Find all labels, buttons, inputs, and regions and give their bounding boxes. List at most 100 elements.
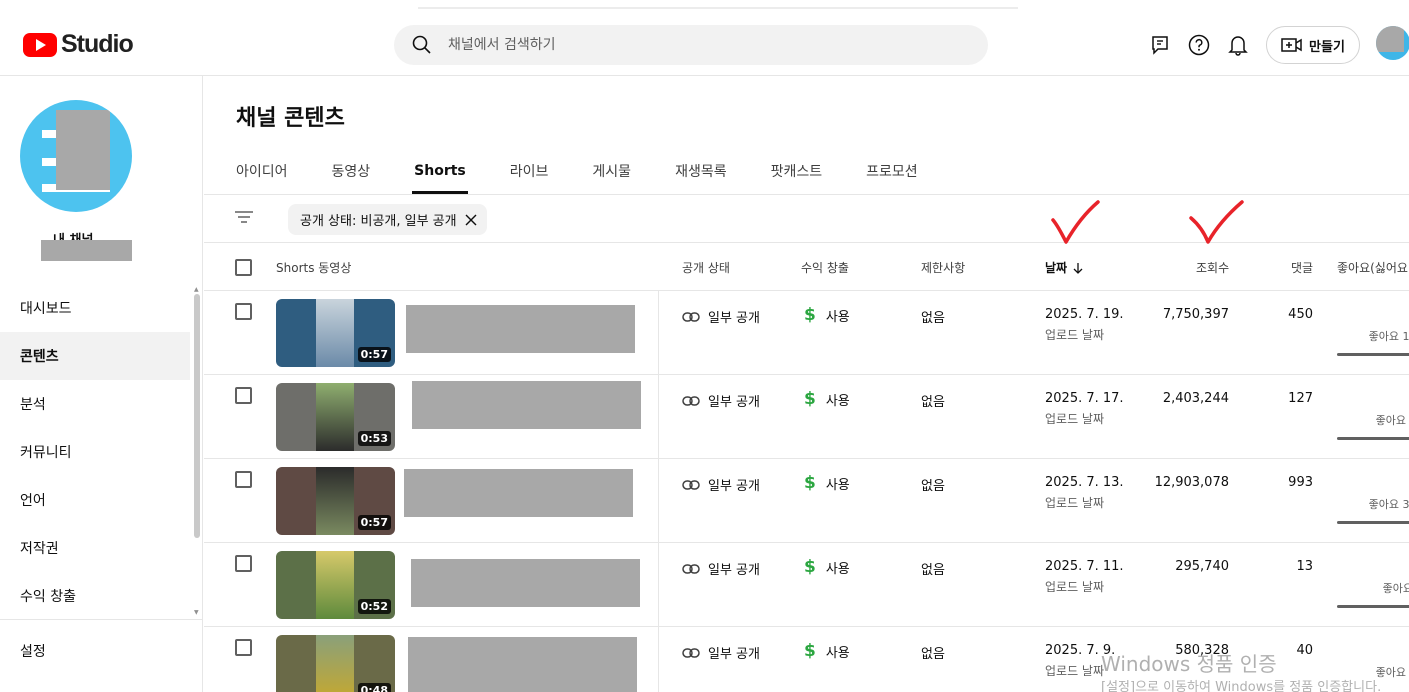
link-icon (682, 395, 700, 406)
windows-activation-sub: [설정]으로 이동하여 Windows를 정품 인증합니다. (1101, 680, 1382, 692)
column-header-video[interactable]: Shorts 동영상 (276, 259, 351, 276)
video-thumbnail[interactable]: 0:52 (276, 551, 395, 619)
video-thumbnail[interactable]: 0:53 (276, 383, 395, 451)
table-row[interactable]: 0:57 일부 공개 $ 사용 없음 2025. 7. 19. 업로드 날짜 7… (204, 291, 1409, 375)
likes-cell: 9 (1336, 475, 1409, 490)
monetization-cell[interactable]: $ 사용 (804, 305, 850, 325)
comments-cell: 993 (1288, 475, 1313, 490)
likes-count: 좋아요 8,7 (1382, 582, 1409, 595)
tab-inspiration[interactable]: 아이디어 (236, 148, 288, 194)
comments-cell: 127 (1288, 391, 1313, 406)
column-header-comments[interactable]: 댓글 (1291, 259, 1313, 276)
sidebar-scrollbar[interactable] (194, 294, 200, 538)
column-header-monetization[interactable]: 수익 창출 (801, 259, 849, 276)
create-button[interactable]: 만들기 (1266, 26, 1360, 64)
monetization-label: 사용 (825, 309, 850, 325)
row-checkbox[interactable] (235, 555, 252, 572)
table-row[interactable]: 0:52 일부 공개 $ 사용 없음 2025. 7. 11. 업로드 날짜 2… (204, 543, 1409, 627)
tab-live[interactable]: 라이브 (510, 148, 549, 194)
sidebar-item-content[interactable]: 콘텐츠 (0, 332, 190, 380)
link-icon (682, 563, 700, 574)
views-cell: 7,750,397 (1162, 307, 1229, 322)
visibility-cell[interactable]: 일부 공개 (682, 307, 760, 326)
account-avatar[interactable] (1376, 26, 1409, 60)
video-thumbnail[interactable]: 0:57 (276, 467, 395, 535)
scroll-up-arrow[interactable]: ▲ (194, 286, 199, 293)
visibility-cell[interactable]: 일부 공개 (682, 391, 760, 410)
top-edge-line (418, 7, 1018, 9)
sidebar-item-settings[interactable]: 설정 (0, 627, 190, 675)
restrictions-cell: 없음 (921, 311, 945, 326)
avatar-redaction (56, 110, 110, 190)
sidebar-item-earn[interactable]: 수익 창출 (0, 572, 190, 620)
column-header-views[interactable]: 조회수 (1196, 259, 1229, 276)
close-icon[interactable] (465, 214, 477, 226)
visibility-label: 일부 공개 (708, 563, 760, 578)
column-header-likes[interactable]: 좋아요(싫어요 (1337, 259, 1408, 276)
sidebar-item-analytics[interactable]: 분석 (0, 380, 190, 428)
scroll-down-arrow[interactable]: ▼ (194, 609, 199, 616)
tab-videos[interactable]: 동영상 (332, 148, 371, 194)
filter-icon[interactable] (234, 209, 254, 229)
likes-ratio-bar (1337, 521, 1409, 524)
create-video-icon (1281, 38, 1302, 52)
monetization-label: 사용 (825, 477, 850, 493)
video-thumbnail[interactable]: 0:48 (276, 635, 395, 692)
sidebar-item-dashboard[interactable]: 대시보드 (0, 284, 190, 332)
monetization-cell[interactable]: $ 사용 (804, 473, 850, 493)
comments-cell: 450 (1288, 307, 1313, 322)
views-cell: 2,403,244 (1162, 391, 1229, 406)
row-checkbox[interactable] (235, 639, 252, 656)
notifications-bell-icon[interactable] (1226, 33, 1250, 57)
avatar-redaction (1376, 26, 1404, 52)
search-icon (412, 35, 431, 54)
logo-text: Studio (61, 30, 134, 58)
studio-logo[interactable]: Studio (23, 30, 134, 59)
table-row[interactable]: 0:57 일부 공개 $ 사용 없음 2025. 7. 13. 업로드 날짜 1… (204, 459, 1409, 543)
video-duration: 0:57 (357, 515, 391, 530)
row-checkbox[interactable] (235, 303, 252, 320)
column-header-restrictions[interactable]: 제한사항 (921, 259, 965, 276)
dollar-icon: $ (804, 473, 816, 493)
visibility-cell[interactable]: 일부 공개 (682, 643, 760, 662)
visibility-cell[interactable]: 일부 공개 (682, 475, 760, 494)
dollar-icon: $ (804, 557, 816, 577)
filter-chip[interactable]: 공개 상태: 비공개, 일부 공개 (288, 204, 487, 235)
search-box[interactable] (394, 25, 988, 65)
feedback-icon[interactable] (1148, 33, 1172, 57)
create-label: 만들기 (1309, 39, 1345, 55)
column-header-visibility[interactable]: 공개 상태 (682, 259, 730, 276)
sidebar-item-community[interactable]: 커뮤니티 (0, 428, 190, 476)
visibility-cell[interactable]: 일부 공개 (682, 559, 760, 578)
channel-name-redaction (41, 240, 132, 261)
search-input[interactable] (448, 37, 928, 53)
column-header-date[interactable]: 날짜 (1045, 259, 1083, 276)
monetization-cell[interactable]: $ 사용 (804, 557, 850, 577)
table-row[interactable]: 0:53 일부 공개 $ 사용 없음 2025. 7. 17. 업로드 날짜 2… (204, 375, 1409, 459)
likes-cell: 8 (1336, 307, 1409, 322)
video-thumbnail[interactable]: 0:57 (276, 299, 395, 367)
tab-promotions[interactable]: 프로모션 (866, 148, 918, 194)
date-type: 업로드 날짜 (1045, 496, 1105, 510)
video-title-redaction (411, 559, 640, 607)
likes-count: 좋아요 195,1 (1368, 330, 1409, 343)
sidebar-item-copyright[interactable]: 저작권 (0, 524, 190, 572)
sidebar-item-settings-wrap: 설정 (0, 627, 190, 675)
tab-podcasts[interactable]: 팟캐스트 (771, 148, 823, 194)
monetization-cell[interactable]: $ 사용 (804, 389, 850, 409)
sort-down-arrow-icon (1073, 262, 1083, 274)
monetization-cell[interactable]: $ 사용 (804, 641, 850, 661)
tab-playlists[interactable]: 재생목록 (675, 148, 727, 194)
channel-avatar[interactable] (20, 100, 132, 212)
sidebar-item-subtitles[interactable]: 언어 (0, 476, 190, 524)
video-title-redaction (408, 637, 637, 692)
select-all-checkbox[interactable] (235, 259, 252, 276)
tab-shorts[interactable]: Shorts (412, 148, 468, 194)
tab-posts[interactable]: 게시물 (592, 148, 631, 194)
row-checkbox[interactable] (235, 387, 252, 404)
help-icon[interactable] (1187, 33, 1211, 57)
visibility-label: 일부 공개 (708, 311, 760, 326)
row-checkbox[interactable] (235, 471, 252, 488)
monetization-label: 사용 (825, 645, 850, 661)
video-duration: 0:48 (357, 683, 391, 692)
